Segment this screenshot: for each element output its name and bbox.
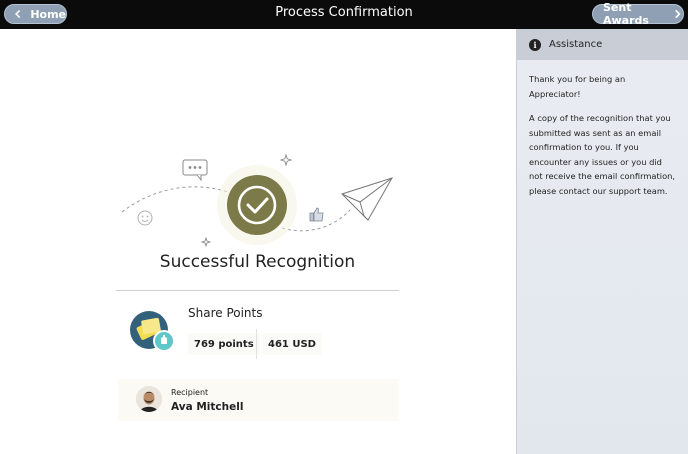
person-icon xyxy=(136,386,162,412)
dashed-flight-path xyxy=(121,186,229,213)
recipient-avatar xyxy=(136,386,162,412)
thumbs-up-icon xyxy=(309,207,324,222)
sent-awards-button[interactable]: Sent Awards xyxy=(592,1,684,27)
assistance-body: Thank you for being an Appreciator! A co… xyxy=(517,60,688,220)
points-ticket-icon xyxy=(136,317,175,352)
points-value: 769 points xyxy=(188,333,260,355)
assistance-panel: i Assistance Thank you for being an Appr… xyxy=(516,29,688,454)
sparkle-icon xyxy=(279,153,293,167)
assistance-header: i Assistance xyxy=(517,29,688,60)
top-bar: Home Process Confirmation Sent Awards xyxy=(0,0,688,29)
assistance-message: A copy of the recognition that you submi… xyxy=(529,113,676,196)
success-illustration xyxy=(121,153,394,248)
usd-value: 461 USD xyxy=(262,333,322,355)
award-type-title: Share Points xyxy=(188,306,263,320)
checkmark-icon xyxy=(217,165,297,245)
success-title: Successful Recognition xyxy=(159,252,356,272)
recipient-label: Recipient xyxy=(171,388,209,397)
divider xyxy=(116,290,399,291)
share-points-avatar xyxy=(130,311,175,352)
emoji-icon xyxy=(137,210,153,226)
assistance-thanks: Thank you for being an Appreciator! xyxy=(529,74,626,99)
page-title: Process Confirmation xyxy=(275,5,413,20)
chevron-right-icon xyxy=(675,10,681,18)
info-icon: i xyxy=(529,38,541,51)
sent-awards-button-label: Sent Awards xyxy=(603,1,649,27)
value-separator xyxy=(256,329,257,359)
recipient-name: Ava Mitchell xyxy=(171,401,244,413)
paper-plane-icon xyxy=(341,177,394,221)
chat-bubble-icon xyxy=(182,159,208,182)
assistance-heading: Assistance xyxy=(549,39,603,50)
sparkle-icon-small xyxy=(200,236,212,248)
